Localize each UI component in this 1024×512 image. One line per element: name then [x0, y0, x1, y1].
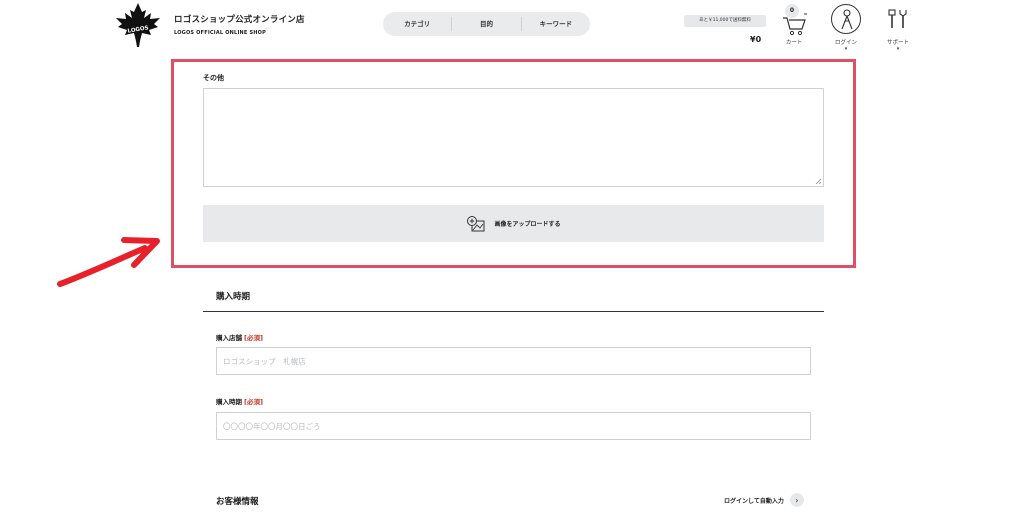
login-icon-circle [831, 4, 861, 34]
date-label-text: 購入時期 [216, 398, 242, 406]
main-nav: カテゴリ 目的 キーワード [383, 12, 590, 36]
login-button[interactable]: ログイン ▾ [828, 4, 864, 52]
brand[interactable]: ロゴスショップ公式オンライン店 LOGOS OFFICIAL ONLINE SH… [174, 13, 305, 36]
purchase-date-input[interactable] [216, 412, 811, 440]
cart-button[interactable]: 0 カート [780, 4, 808, 46]
nav-category[interactable]: カテゴリ [383, 17, 451, 31]
other-label: その他 [203, 74, 224, 82]
maple-leaf-logo-icon: LOGOS [116, 3, 160, 47]
free-shipping-note: あと￥11,000で送料無料 [684, 15, 766, 27]
store-label-text: 購入店舗 [216, 334, 242, 342]
cart-icon [783, 13, 807, 36]
support-caret-icon: ▾ [896, 46, 900, 52]
auto-login-link[interactable]: ログインして自動入力 › [724, 493, 804, 507]
purchase-store-input[interactable] [216, 347, 811, 375]
required-badge: [必須] [244, 398, 263, 406]
person-icon [841, 9, 853, 30]
other-textarea[interactable] [203, 88, 824, 187]
logos-logo[interactable]: LOGOS [113, 2, 163, 48]
upload-image-button[interactable]: 画像をアップロードする [203, 205, 824, 242]
chevron-right-icon[interactable]: › [789, 493, 804, 507]
nav-purpose[interactable]: 目的 [451, 17, 520, 31]
brand-name-en: LOGOS OFFICIAL ONLINE SHOP [174, 30, 266, 36]
auto-login-label: ログインして自動入力 [724, 497, 784, 505]
add-image-icon [467, 215, 485, 231]
required-badge: [必須] [244, 334, 263, 342]
store-field-label: 購入店舗 [必須] [216, 332, 263, 342]
tools-icon [888, 9, 907, 28]
support-button[interactable]: サポート ▾ [880, 6, 916, 52]
support-label: サポート [886, 40, 909, 46]
red-arrow-annotation [57, 237, 160, 287]
nav-keyword[interactable]: キーワード [520, 17, 590, 31]
cart-label: カート [785, 40, 803, 46]
login-caret-icon: ▾ [844, 46, 848, 52]
purchase-section-title: 購入時期 [216, 292, 251, 302]
brand-name-ja: ロゴスショップ公式オンライン店 [174, 15, 305, 25]
customer-section-title: お客様情報 [216, 497, 259, 507]
cart-total: ¥0 [750, 35, 762, 44]
login-label: ログイン [834, 40, 857, 46]
upload-button-label: 画像をアップロードする [494, 221, 561, 228]
resize-grip-icon[interactable] [815, 178, 822, 185]
section-divider [203, 311, 824, 312]
date-field-label: 購入時期 [必須] [216, 396, 263, 406]
